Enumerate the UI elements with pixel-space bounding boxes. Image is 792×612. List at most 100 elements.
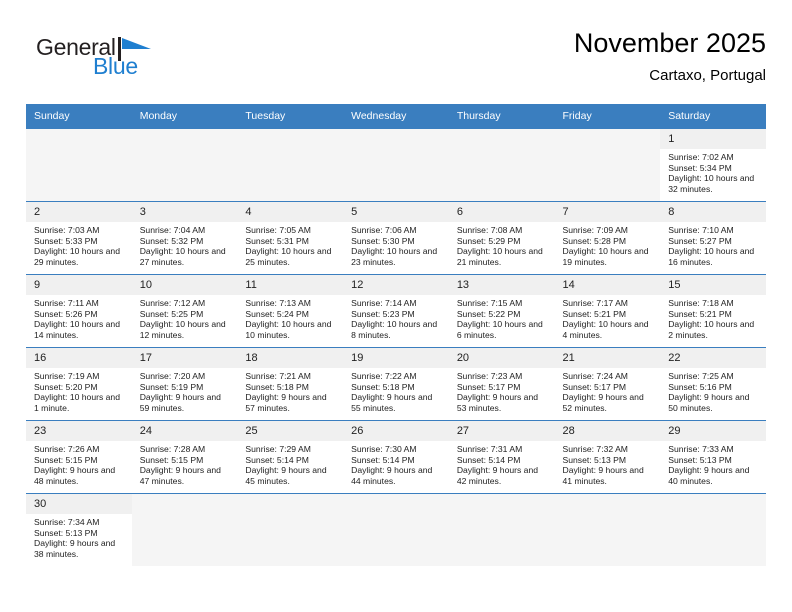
daylight-duration: Daylight: 9 hours and 55 minutes. <box>351 392 433 413</box>
calendar-cell <box>237 493 344 566</box>
sunrise-time: Sunrise: 7:31 AM <box>456 444 523 454</box>
daylight-duration: Daylight: 9 hours and 42 minutes. <box>456 465 539 486</box>
calendar-day[interactable]: 20 Sunrise: 7:23 AM Sunset: 5:17 PM Dayligh… <box>448 348 555 420</box>
day-sun-info: Sunrise: 7:11 AM Sunset: 5:26 PM Daylight:… <box>26 295 132 340</box>
calendar-day[interactable]: 26 Sunrise: 7:30 AM Sunset: 5:14 PM Dayligh… <box>343 421 449 493</box>
calendar-cell: 25 Sunrise: 7:29 AM Sunset: 5:14 PM Dayligh… <box>237 420 344 494</box>
sunrise-time: Sunrise: 7:15 AM <box>456 298 523 308</box>
calendar-day[interactable]: 11 Sunrise: 7:13 AM Sunset: 5:24 PM Dayligh… <box>237 275 344 347</box>
calendar-day[interactable]: 28 Sunrise: 7:32 AM Sunset: 5:13 PM Dayligh… <box>554 421 661 493</box>
day-sun-info: Sunrise: 7:24 AM Sunset: 5:17 PM Daylight:… <box>555 368 661 413</box>
day-number: 28 <box>554 421 661 441</box>
day-sun-info: Sunrise: 7:32 AM Sunset: 5:13 PM Daylight:… <box>555 441 661 486</box>
day-sun-info: Sunrise: 7:33 AM Sunset: 5:13 PM Daylight:… <box>660 441 766 486</box>
calendar-cell: 12 Sunrise: 7:14 AM Sunset: 5:23 PM Dayligh… <box>343 274 449 348</box>
calendar-day-empty <box>237 494 344 566</box>
sunset-time: Sunset: 5:20 PM <box>34 381 98 392</box>
calendar-day[interactable]: 5 Sunrise: 7:06 AM Sunset: 5:30 PM Daylight… <box>343 202 449 274</box>
sunrise-time: Sunrise: 7:11 AM <box>34 298 99 308</box>
calendar-day[interactable]: 29 Sunrise: 7:33 AM Sunset: 5:13 PM Dayligh… <box>660 421 766 493</box>
calendar-cell <box>131 128 238 202</box>
general-blue-logo[interactable]: General Blue <box>36 34 206 90</box>
day-sun-info: Sunrise: 7:05 AM Sunset: 5:31 PM Daylight:… <box>237 222 343 267</box>
sunrise-time: Sunrise: 7:18 AM <box>668 298 734 308</box>
calendar-cell <box>343 128 449 202</box>
calendar-day[interactable]: 9 Sunrise: 7:11 AM Sunset: 5:26 PM Daylight… <box>26 275 132 347</box>
calendar-day[interactable]: 15 Sunrise: 7:18 AM Sunset: 5:21 PM Dayligh… <box>660 275 766 347</box>
calendar-day-empty <box>448 129 555 201</box>
calendar-cell: 8 Sunrise: 7:10 AM Sunset: 5:27 PM Daylight… <box>660 201 766 275</box>
calendar-day[interactable]: 1 Sunrise: 7:02 AM Sunset: 5:34 PM Daylight… <box>660 129 766 201</box>
calendar-cell: 7 Sunrise: 7:09 AM Sunset: 5:28 PM Daylight… <box>554 201 661 275</box>
daylight-duration: Daylight: 9 hours and 57 minutes. <box>245 392 327 413</box>
calendar-day[interactable]: 7 Sunrise: 7:09 AM Sunset: 5:28 PM Daylight… <box>554 202 661 274</box>
sunrise-time: Sunrise: 7:14 AM <box>351 298 417 308</box>
day-sun-info: Sunrise: 7:12 AM Sunset: 5:25 PM Daylight:… <box>132 295 238 340</box>
day-number: 5 <box>343 202 449 222</box>
calendar-day[interactable]: 18 Sunrise: 7:21 AM Sunset: 5:18 PM Dayligh… <box>237 348 344 420</box>
calendar-cell: 19 Sunrise: 7:22 AM Sunset: 5:18 PM Dayligh… <box>343 347 449 421</box>
calendar-day[interactable]: 22 Sunrise: 7:25 AM Sunset: 5:16 PM Dayligh… <box>660 348 766 420</box>
calendar-day[interactable]: 13 Sunrise: 7:15 AM Sunset: 5:22 PM Dayligh… <box>448 275 555 347</box>
calendar-day[interactable]: 17 Sunrise: 7:20 AM Sunset: 5:19 PM Dayligh… <box>131 348 238 420</box>
calendar-day[interactable]: 10 Sunrise: 7:12 AM Sunset: 5:25 PM Dayligh… <box>131 275 238 347</box>
day-sun-info: Sunrise: 7:10 AM Sunset: 5:27 PM Daylight:… <box>660 222 766 267</box>
day-number: 6 <box>448 202 555 222</box>
sunset-time: Sunset: 5:14 PM <box>456 454 521 465</box>
day-number: 24 <box>131 421 238 441</box>
day-number: 14 <box>554 275 661 295</box>
day-sun-info: Sunrise: 7:18 AM Sunset: 5:21 PM Daylight:… <box>660 295 766 340</box>
sunset-time: Sunset: 5:23 PM <box>351 308 415 319</box>
day-number: 12 <box>343 275 449 295</box>
sunset-time: Sunset: 5:13 PM <box>668 454 732 465</box>
calendar-day[interactable]: 27 Sunrise: 7:31 AM Sunset: 5:14 PM Dayligh… <box>448 421 555 493</box>
calendar-day[interactable]: 24 Sunrise: 7:28 AM Sunset: 5:15 PM Dayligh… <box>131 421 238 493</box>
calendar-day[interactable]: 12 Sunrise: 7:14 AM Sunset: 5:23 PM Dayligh… <box>343 275 449 347</box>
calendar-day[interactable]: 4 Sunrise: 7:05 AM Sunset: 5:31 PM Daylight… <box>237 202 344 274</box>
calendar-cell <box>131 493 238 566</box>
day-number: 11 <box>237 275 344 295</box>
sunset-time: Sunset: 5:17 PM <box>562 381 627 392</box>
calendar-day[interactable]: 2 Sunrise: 7:03 AM Sunset: 5:33 PM Daylight… <box>26 202 132 274</box>
day-number: 23 <box>26 421 132 441</box>
day-sun-info: Sunrise: 7:20 AM Sunset: 5:19 PM Daylight:… <box>132 368 238 413</box>
sunrise-time: Sunrise: 7:17 AM <box>562 298 628 308</box>
calendar-cell: 10 Sunrise: 7:12 AM Sunset: 5:25 PM Dayligh… <box>131 274 238 348</box>
sunrise-time: Sunrise: 7:34 AM <box>34 517 100 527</box>
calendar-cell: 4 Sunrise: 7:05 AM Sunset: 5:31 PM Daylight… <box>237 201 344 275</box>
calendar-day[interactable]: 6 Sunrise: 7:08 AM Sunset: 5:29 PM Daylight… <box>448 202 555 274</box>
calendar-day[interactable]: 25 Sunrise: 7:29 AM Sunset: 5:14 PM Dayligh… <box>237 421 344 493</box>
daylight-duration: Daylight: 10 hours and 14 minutes. <box>34 319 120 340</box>
daylight-duration: Daylight: 10 hours and 27 minutes. <box>139 246 226 267</box>
sunset-time: Sunset: 5:24 PM <box>245 308 309 319</box>
sunrise-time: Sunrise: 7:10 AM <box>668 225 734 235</box>
day-number: 19 <box>343 348 449 368</box>
calendar-day[interactable]: 3 Sunrise: 7:04 AM Sunset: 5:32 PM Daylight… <box>131 202 238 274</box>
day-sun-info: Sunrise: 7:08 AM Sunset: 5:29 PM Daylight:… <box>449 222 555 267</box>
calendar-day[interactable]: 16 Sunrise: 7:19 AM Sunset: 5:20 PM Dayligh… <box>26 348 132 420</box>
calendar-day[interactable]: 30 Sunrise: 7:34 AM Sunset: 5:13 PM Dayligh… <box>26 494 132 566</box>
sunset-time: Sunset: 5:29 PM <box>456 235 521 246</box>
calendar-day-empty <box>343 494 449 566</box>
calendar-day[interactable]: 21 Sunrise: 7:24 AM Sunset: 5:17 PM Dayligh… <box>554 348 661 420</box>
calendar-day[interactable]: 14 Sunrise: 7:17 AM Sunset: 5:21 PM Dayligh… <box>554 275 661 347</box>
daylight-duration: Daylight: 10 hours and 4 minutes. <box>562 319 649 340</box>
calendar-week-row: 16 Sunrise: 7:19 AM Sunset: 5:20 PM Dayligh… <box>26 347 766 421</box>
day-number: 2 <box>26 202 132 222</box>
calendar-day[interactable]: 23 Sunrise: 7:26 AM Sunset: 5:15 PM Dayligh… <box>26 421 132 493</box>
calendar-cell <box>554 493 661 566</box>
day-number: 8 <box>660 202 766 222</box>
daylight-duration: Daylight: 10 hours and 10 minutes. <box>245 319 332 340</box>
calendar-day[interactable]: 19 Sunrise: 7:22 AM Sunset: 5:18 PM Dayligh… <box>343 348 449 420</box>
sunrise-time: Sunrise: 7:20 AM <box>139 371 206 381</box>
calendar-day[interactable]: 8 Sunrise: 7:10 AM Sunset: 5:27 PM Daylight… <box>660 202 766 274</box>
sunrise-time: Sunrise: 7:32 AM <box>562 444 628 454</box>
calendar-cell: 18 Sunrise: 7:21 AM Sunset: 5:18 PM Dayligh… <box>237 347 344 421</box>
weekday-header-monday: Monday <box>131 104 238 129</box>
sunrise-time: Sunrise: 7:21 AM <box>245 371 311 381</box>
calendar-day-empty <box>554 494 661 566</box>
daylight-duration: Daylight: 9 hours and 48 minutes. <box>34 465 116 486</box>
calendar-week-row: 1 Sunrise: 7:02 AM Sunset: 5:34 PM Daylight… <box>26 128 766 202</box>
calendar-cell: 14 Sunrise: 7:17 AM Sunset: 5:21 PM Dayligh… <box>554 274 661 348</box>
daylight-duration: Daylight: 10 hours and 8 minutes. <box>351 319 438 340</box>
